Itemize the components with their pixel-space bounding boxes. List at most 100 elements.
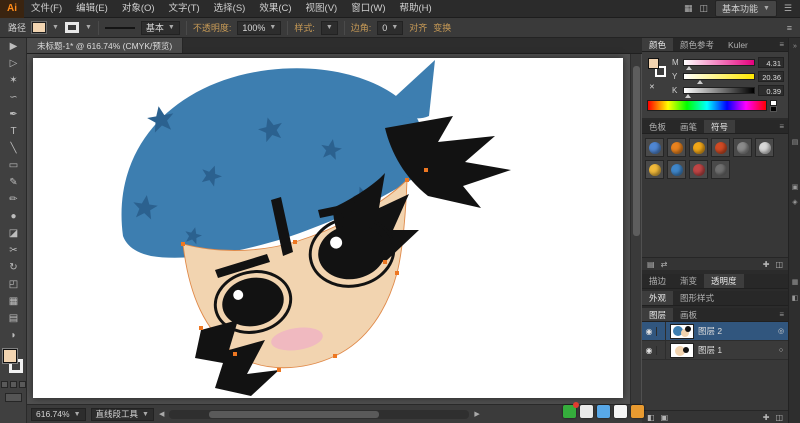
- menu-object[interactable]: 对象(O): [115, 0, 162, 17]
- screen-capture-icon[interactable]: [580, 405, 593, 418]
- fill-chevron-icon[interactable]: ▼: [52, 24, 59, 31]
- visibility-eye-icon[interactable]: ◉: [642, 346, 657, 355]
- symbol-thumbnail[interactable]: [645, 160, 664, 179]
- tab-gradient[interactable]: 渐变: [673, 274, 704, 288]
- fill-proxy-swatch[interactable]: [648, 58, 659, 69]
- symbol-thumbnail[interactable]: [667, 138, 686, 157]
- panel-menu-icon[interactable]: ≡: [779, 38, 788, 51]
- horizontal-scrollbar-thumb[interactable]: [209, 411, 379, 418]
- symbol-thumbnail[interactable]: [645, 138, 664, 157]
- delete-symbol-icon[interactable]: ◫: [775, 260, 783, 269]
- tab-brushes[interactable]: 画笔: [673, 120, 704, 133]
- paintbrush-tool[interactable]: ✎: [0, 174, 27, 191]
- chat-panel-icon[interactable]: [597, 405, 610, 418]
- opacity-label[interactable]: 不透明度:: [193, 21, 232, 34]
- corner-value-box[interactable]: 0 ▼: [377, 21, 403, 35]
- fill-proxy-swatch[interactable]: [3, 349, 17, 363]
- layer-name[interactable]: 图层 1: [698, 344, 774, 356]
- vertical-scrollbar-thumb[interactable]: [633, 66, 640, 236]
- tool-status-dropdown[interactable]: 直线段工具 ▼: [91, 408, 154, 421]
- tab-artboards[interactable]: 画板: [673, 308, 704, 321]
- layer-target-icon[interactable]: ○: [774, 347, 788, 354]
- magenta-value[interactable]: 4.31: [758, 57, 784, 68]
- gradient-tool[interactable]: ▤: [0, 310, 27, 327]
- yellow-value[interactable]: 20.36: [758, 71, 784, 82]
- color-spectrum-bar[interactable]: [647, 100, 767, 111]
- direct-selection-tool[interactable]: ▷: [0, 55, 27, 72]
- visibility-eye-icon[interactable]: ◉: [642, 327, 657, 336]
- transform-label[interactable]: 变换: [433, 21, 451, 34]
- scroll-left-icon[interactable]: ◀: [159, 410, 164, 418]
- tab-appearance[interactable]: 外观: [642, 291, 673, 305]
- selection-tool[interactable]: ▶: [0, 38, 27, 55]
- tab-color[interactable]: 颜色: [642, 38, 673, 51]
- slider-thumb[interactable]: [686, 66, 692, 70]
- collapse-dock-icon[interactable]: »: [790, 42, 800, 52]
- screen-mode-icon[interactable]: ◫: [699, 3, 708, 14]
- bandana-fin-shape[interactable]: [385, 60, 435, 118]
- panel-menu-icon[interactable]: ≡: [779, 308, 788, 321]
- panel-brushes-icon[interactable]: ▣: [790, 183, 800, 193]
- notes-icon[interactable]: [614, 405, 627, 418]
- horizontal-scrollbar[interactable]: [169, 410, 469, 419]
- qq-message-icon[interactable]: [563, 405, 576, 418]
- scale-tool[interactable]: ◰: [0, 276, 27, 293]
- gradient-button[interactable]: [10, 381, 17, 388]
- menu-effect[interactable]: 效果(C): [252, 0, 298, 17]
- menu-help[interactable]: 帮助(H): [393, 0, 439, 17]
- lock-toggle[interactable]: [657, 341, 666, 360]
- lock-toggle[interactable]: [657, 322, 666, 341]
- symbol-thumbnail[interactable]: [689, 160, 708, 179]
- symbol-libraries-icon[interactable]: ▤: [647, 260, 655, 269]
- tab-kuler[interactable]: Kuler: [721, 38, 755, 51]
- delete-layer-icon[interactable]: ◫: [775, 413, 783, 422]
- symbol-thumbnail[interactable]: [733, 138, 752, 157]
- style-dropdown[interactable]: ▼: [321, 21, 338, 35]
- tab-layers[interactable]: 图层: [642, 308, 673, 321]
- none-color-icon[interactable]: ✕: [649, 83, 655, 91]
- layer-name[interactable]: 图层 2: [698, 325, 774, 337]
- artboard[interactable]: [33, 58, 623, 398]
- slider-thumb[interactable]: [697, 80, 703, 84]
- lasso-tool[interactable]: ∽: [0, 89, 27, 106]
- new-symbol-icon[interactable]: ✚: [763, 260, 770, 269]
- stroke-chevron-icon[interactable]: ▼: [85, 24, 92, 31]
- mesh-tool[interactable]: ▦: [0, 293, 27, 310]
- symbol-thumbnail[interactable]: [667, 160, 686, 179]
- document-tab[interactable]: 未标题-1* @ 616.74% (CMYK/预览): [27, 38, 183, 53]
- vertical-scrollbar[interactable]: [630, 54, 641, 404]
- corner-label[interactable]: 边角:: [351, 21, 372, 34]
- symbol-thumbnail[interactable]: [711, 160, 730, 179]
- style-label[interactable]: 样式:: [294, 21, 315, 34]
- layer-row[interactable]: ◉ 图层 2 ◎: [642, 322, 788, 341]
- eyedropper-tool[interactable]: ◗: [0, 327, 27, 344]
- canvas-area[interactable]: [27, 54, 642, 404]
- panel-swatches-icon[interactable]: ▤: [790, 138, 800, 148]
- pencil-tool[interactable]: ✏: [0, 191, 27, 208]
- menu-edit[interactable]: 编辑(E): [69, 0, 115, 17]
- panel-symbols-icon[interactable]: ◈: [790, 198, 800, 208]
- brush-definition-dropdown[interactable]: 基本 ▼: [141, 21, 180, 35]
- symbol-thumbnail[interactable]: [711, 138, 730, 157]
- menu-select[interactable]: 选择(S): [207, 0, 253, 17]
- line-segment-tool[interactable]: ╲: [0, 140, 27, 157]
- arrange-documents-icon[interactable]: ▦: [684, 3, 693, 14]
- place-symbol-icon[interactable]: ⇄: [661, 260, 668, 269]
- fill-color-swatch[interactable]: [32, 22, 46, 33]
- eraser-tool[interactable]: ◪: [0, 225, 27, 242]
- tab-transparency[interactable]: 透明度: [704, 274, 744, 288]
- panel-menu-icon[interactable]: ≡: [779, 120, 788, 133]
- tab-stroke[interactable]: 描边: [642, 274, 673, 288]
- workspace-switcher[interactable]: 基本功能 ▼: [715, 0, 777, 17]
- rectangle-tool[interactable]: ▭: [0, 157, 27, 174]
- rotate-tool[interactable]: ↻: [0, 259, 27, 276]
- stroke-color-swatch[interactable]: [65, 22, 79, 33]
- menu-window[interactable]: 窗口(W): [344, 0, 392, 17]
- color-button[interactable]: [1, 381, 8, 388]
- scissors-tool[interactable]: ✂: [0, 242, 27, 259]
- scroll-right-icon[interactable]: ▶: [474, 410, 479, 418]
- yellow-slider[interactable]: [683, 73, 755, 80]
- menu-type[interactable]: 文字(T): [162, 0, 207, 17]
- control-panel-menu-icon[interactable]: ≡: [787, 23, 792, 33]
- black-swatch[interactable]: [770, 106, 777, 112]
